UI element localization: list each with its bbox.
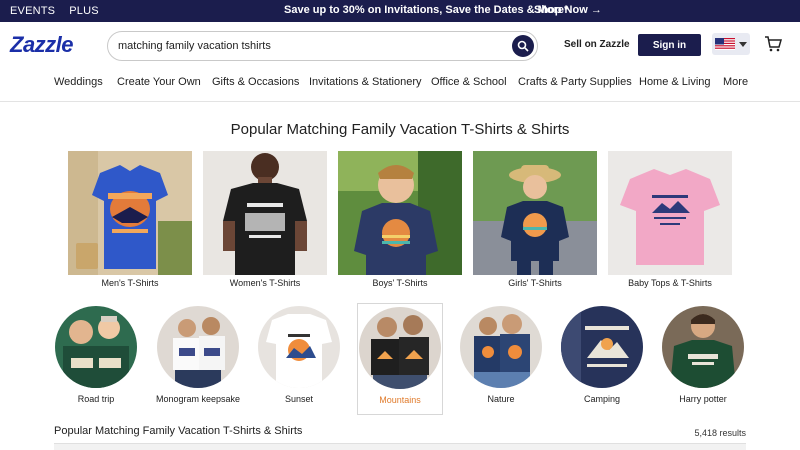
shop-now-link[interactable]: Shop Now →: [534, 4, 602, 16]
chip-mountains[interactable]: Mountains: [357, 303, 443, 415]
chip-nature[interactable]: Nature: [458, 303, 544, 404]
nav-item-office-school[interactable]: Office & School: [431, 76, 507, 88]
sunset-image: [258, 306, 340, 388]
nature-image: [460, 306, 542, 388]
nav-item-weddings[interactable]: Weddings: [54, 76, 103, 88]
mens-tshirt-image: [68, 151, 192, 275]
promo-bar: EVENTS PLUS Save up to 30% on Invitation…: [0, 0, 800, 22]
chip-label: Harry potter: [679, 394, 727, 404]
chip-harry-potter[interactable]: Harry potter: [660, 303, 746, 404]
nav-item-crafts-party[interactable]: Crafts & Party Supplies: [518, 76, 632, 88]
page-title: Popular Matching Family Vacation T-Shirt…: [230, 121, 570, 138]
zazzle-logo[interactable]: Zazzle: [10, 32, 74, 58]
results-grid-top: [54, 443, 746, 450]
tile-label: Women's T-Shirts: [229, 278, 301, 288]
nav-item-more[interactable]: More: [723, 76, 748, 88]
cart-icon[interactable]: [764, 35, 782, 53]
nav-item-gifts-occasions[interactable]: Gifts & Occasions: [212, 76, 299, 88]
chip-label: Mountains: [379, 395, 421, 405]
chip-label: Monogram keepsake: [155, 394, 241, 404]
results-count: 5,418 results: [694, 428, 746, 438]
mountains-image: [359, 307, 441, 389]
tile-womens-tshirts[interactable]: Women's T-Shirts: [203, 151, 327, 288]
tile-label: Men's T-Shirts: [101, 278, 159, 288]
events-link[interactable]: EVENTS: [10, 5, 55, 17]
womens-tshirt-image: [203, 151, 327, 275]
chip-monogram-keepsake[interactable]: Monogram keepsake: [155, 303, 241, 404]
camping-image: [561, 306, 643, 388]
site-header: Zazzle Sell on Zazzle Sign in: [0, 22, 800, 68]
chip-road-trip[interactable]: Road trip: [53, 303, 139, 404]
nav-item-home-living[interactable]: Home & Living: [639, 76, 711, 88]
category-nav: Weddings Create Your Own Gifts & Occasio…: [0, 68, 800, 102]
boys-tshirt-image: [338, 151, 462, 275]
search-button[interactable]: [512, 35, 534, 57]
promo-text[interactable]: Save up to 30% on Invitations, Save the …: [284, 4, 568, 16]
chevron-down-icon: [739, 42, 747, 47]
us-flag-icon: [715, 38, 735, 50]
road-trip-image: [55, 306, 137, 388]
search-input[interactable]: [118, 38, 498, 54]
tile-baby-tops[interactable]: Baby Tops & T-Shirts: [608, 151, 732, 288]
baby-top-image: [608, 151, 732, 275]
nav-item-invitations[interactable]: Invitations & Stationery: [309, 76, 422, 88]
plus-link[interactable]: PLUS: [69, 5, 99, 17]
tile-girls-tshirts[interactable]: Girls' T-Shirts: [473, 151, 597, 288]
tile-label: Girls' T-Shirts: [508, 278, 562, 288]
tile-mens-tshirts[interactable]: Men's T-Shirts: [68, 151, 192, 288]
results-heading: Popular Matching Family Vacation T-Shirt…: [54, 425, 303, 437]
tile-label: Boys' T-Shirts: [372, 278, 428, 288]
search-icon: [517, 40, 529, 52]
chip-label: Camping: [583, 394, 621, 404]
chip-sunset[interactable]: Sunset: [256, 303, 342, 404]
chip-label: Sunset: [284, 394, 314, 404]
girls-tshirt-image: [473, 151, 597, 275]
chip-label: Road trip: [77, 394, 115, 404]
search-bar: [107, 31, 538, 61]
sell-on-zazzle-link[interactable]: Sell on Zazzle: [564, 39, 630, 50]
harry-potter-image: [662, 306, 744, 388]
sign-in-button[interactable]: Sign in: [638, 34, 701, 56]
country-selector[interactable]: [712, 33, 750, 55]
nav-item-create-your-own[interactable]: Create Your Own: [117, 76, 201, 88]
tile-boys-tshirts[interactable]: Boys' T-Shirts: [338, 151, 462, 288]
chip-camping[interactable]: Camping: [559, 303, 645, 404]
monogram-keepsake-image: [157, 306, 239, 388]
chip-label: Nature: [487, 394, 515, 404]
tile-label: Baby Tops & T-Shirts: [628, 278, 712, 288]
